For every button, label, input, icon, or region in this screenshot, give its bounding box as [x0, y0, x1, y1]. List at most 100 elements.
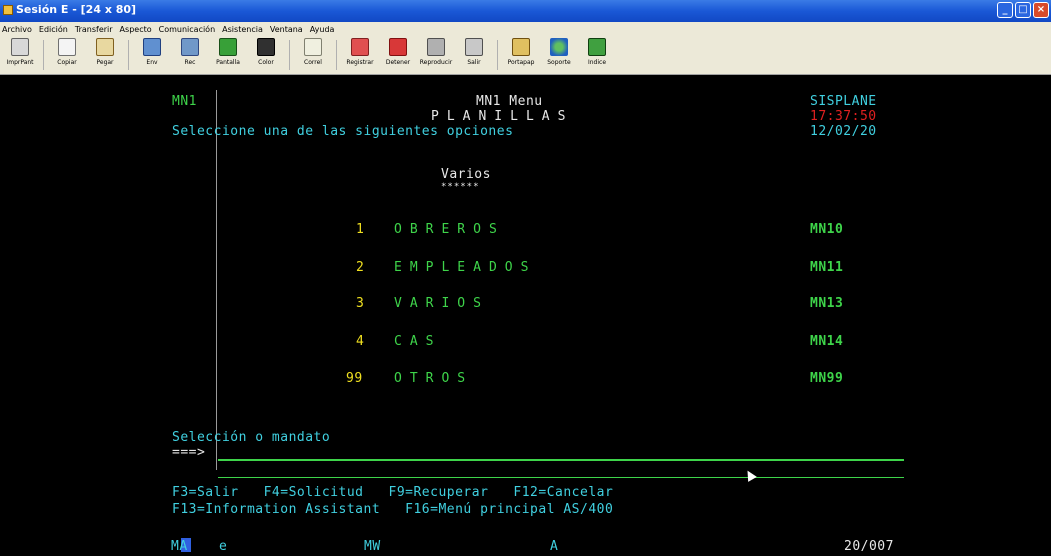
menu-title: MN1 Menu	[476, 94, 543, 109]
clipboard-button[interactable]: Portapap	[502, 36, 540, 66]
maximize-button[interactable]: □	[1015, 2, 1031, 18]
toolbar-label: Salir	[467, 59, 481, 66]
printer-icon	[11, 38, 29, 56]
option-number: 99	[346, 371, 363, 386]
menu-ventana[interactable]: Ventana	[270, 25, 303, 34]
toolbar: ImprPant Copiar Pegar Env Rec Pantalla C…	[0, 36, 1051, 75]
toolbar-label: Correl	[304, 59, 322, 66]
option-label-obreros[interactable]: OBREROS	[394, 223, 505, 237]
copy-button[interactable]: Copiar	[48, 36, 86, 66]
toolbar-label: Registrar	[346, 59, 374, 66]
record-icon	[351, 38, 369, 56]
toolbar-label: Rec	[184, 59, 196, 66]
option-label-varios[interactable]: VARIOS	[394, 297, 489, 311]
toolbar-label: Copiar	[57, 59, 77, 66]
function-keys-line-2[interactable]: F13=Information Assistant F16=Menú princ…	[172, 503, 613, 517]
color-icon	[257, 38, 275, 56]
screen-icon	[219, 38, 237, 56]
status-mode: MA	[171, 539, 188, 554]
column-separator-line	[216, 90, 217, 470]
title-bar: Sesión E - [24 x 80] _ □ ×	[0, 0, 1051, 22]
toolbar-label: Reproducir	[419, 59, 453, 66]
prompt-label: Selección o mandato	[172, 430, 331, 445]
toolbar-separator	[43, 40, 44, 70]
toolbar-label: Portapap	[507, 59, 535, 66]
paste-button[interactable]: Pegar	[86, 36, 124, 66]
screen-button[interactable]: Pantalla	[209, 36, 247, 66]
menu-id: MN1	[172, 94, 197, 109]
receive-button[interactable]: Rec	[171, 36, 209, 66]
toolbar-label: Soporte	[547, 59, 571, 66]
mouse-pointer-icon	[743, 468, 757, 482]
option-number: 4	[356, 334, 365, 349]
option-number: 3	[356, 296, 365, 311]
clipboard-icon	[512, 38, 530, 56]
menu-asistencia[interactable]: Asistencia	[222, 25, 263, 34]
time-display: 17:37:50	[810, 109, 877, 124]
menu-transferir[interactable]: Transferir	[75, 25, 113, 34]
minimize-button[interactable]: _	[997, 2, 1013, 18]
toolbar-label: Indice	[587, 59, 607, 66]
menu-aspecto[interactable]: Aspecto	[120, 25, 152, 34]
status-session: e	[219, 539, 228, 554]
menu-bar: Archivo Edición Transferir Aspecto Comun…	[0, 22, 1051, 36]
mail-icon	[304, 38, 322, 56]
receive-icon	[181, 38, 199, 56]
play-button[interactable]: Reproducir	[417, 36, 455, 66]
date-display: 12/02/20	[810, 124, 877, 139]
color-button[interactable]: Color	[247, 36, 285, 66]
window-title: Sesión E - [24 x 80]	[16, 3, 137, 16]
send-button[interactable]: Env	[133, 36, 171, 66]
command-input[interactable]	[218, 459, 904, 461]
cursor-position: 20/007	[844, 539, 894, 554]
option-number: 2	[356, 260, 365, 275]
app-icon	[3, 5, 13, 15]
toolbar-separator	[128, 40, 129, 70]
support-button[interactable]: Soporte	[540, 36, 578, 66]
option-label-empleados[interactable]: EMPLEADOS	[394, 261, 536, 275]
toolbar-label: ImprPant	[6, 59, 34, 66]
page-heading: PLANILLAS	[431, 109, 574, 124]
toolbar-separator	[336, 40, 337, 70]
menu-edicion[interactable]: Edición	[39, 25, 68, 34]
record-button[interactable]: Registrar	[341, 36, 379, 66]
exit-icon	[465, 38, 483, 56]
toolbar-label: Detener	[385, 59, 411, 66]
globe-icon	[550, 38, 568, 56]
stop-icon	[389, 38, 407, 56]
option-code: MN13	[810, 296, 844, 311]
play-icon	[427, 38, 445, 56]
exit-button[interactable]: Salir	[455, 36, 493, 66]
menu-archivo[interactable]: Archivo	[2, 25, 32, 34]
function-keys-line-1[interactable]: F3=Salir F4=Solicitud F9=Recuperar F12=C…	[172, 486, 613, 500]
option-code: MN99	[810, 371, 844, 386]
separator-line	[218, 477, 904, 478]
toolbar-separator	[497, 40, 498, 70]
option-number: 1	[356, 222, 365, 237]
help-icon	[588, 38, 606, 56]
toolbar-label: Pegar	[96, 59, 114, 66]
index-button[interactable]: Indice	[578, 36, 616, 66]
stop-button[interactable]: Detener	[379, 36, 417, 66]
menu-ayuda[interactable]: Ayuda	[310, 25, 335, 34]
toolbar-label: Env	[146, 59, 158, 66]
mail-button[interactable]: Correl	[294, 36, 332, 66]
option-label-otros[interactable]: OTROS	[394, 372, 473, 386]
option-code: MN11	[810, 260, 844, 275]
print-screen-button[interactable]: ImprPant	[1, 36, 39, 66]
copy-icon	[58, 38, 76, 56]
paste-icon	[96, 38, 114, 56]
option-code: MN14	[810, 334, 844, 349]
toolbar-label: Pantalla	[216, 59, 240, 66]
send-icon	[143, 38, 161, 56]
section-underline: ******	[441, 182, 480, 192]
status-mw: MW	[364, 539, 381, 554]
toolbar-label: Color	[258, 59, 274, 66]
option-code: MN10	[810, 222, 844, 237]
status-a: A	[550, 539, 559, 554]
prompt-arrow: ===>	[172, 445, 206, 460]
menu-comunicacion[interactable]: Comunicación	[159, 25, 216, 34]
instruction-text: Seleccione una de las siguientes opcione…	[172, 124, 514, 139]
option-label-cas[interactable]: CAS	[394, 335, 441, 349]
close-button[interactable]: ×	[1033, 2, 1049, 18]
